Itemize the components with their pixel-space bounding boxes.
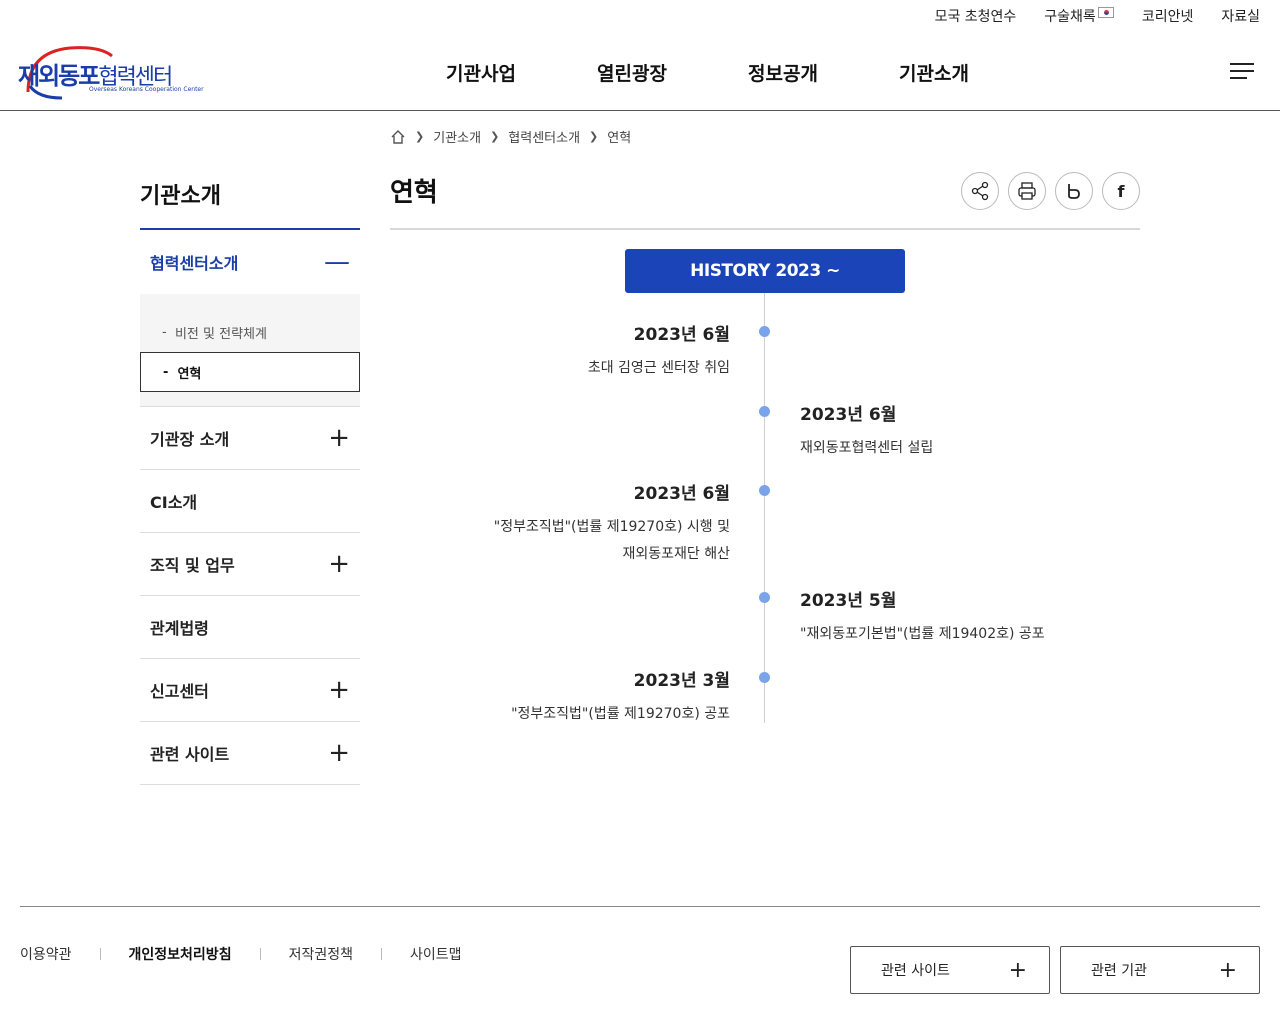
gnb-item-disclosure[interactable]: 정보공개 <box>748 59 899 86</box>
site-header: 재외동포협력센터 Overseas Koreans Cooperation Ce… <box>0 30 1280 111</box>
timeline-event: 2023년 6월 "정부조직법"(법률 제19270호) 시행 및재외동포재단 해… <box>430 479 730 568</box>
lnb-submenu: - 비전 및 전략체계 - 연혁 <box>140 294 360 407</box>
timeline-date: 2023년 6월 <box>633 484 730 504</box>
timeline-description: "재외동포기본법"(법률 제19402호) 공포 <box>800 626 1045 642</box>
timeline-event: 2023년 6월재외동포협력센터 설립 <box>800 400 1120 462</box>
chevron-right-icon: ❯ <box>490 130 500 143</box>
lnb-item-label: 관계법령 <box>150 619 209 638</box>
related-site-label: 관련 사이트 <box>881 963 950 979</box>
timeline-date: 2023년 6월 <box>633 325 730 345</box>
timeline-line <box>764 293 765 723</box>
plus-icon: + <box>1218 957 1237 983</box>
util-link-archive[interactable]: 자료실 <box>1221 6 1260 26</box>
lnb-item-head[interactable]: 기관장 소개 + <box>140 407 360 470</box>
lnb-title: 기관소개 <box>140 184 221 209</box>
print-icon[interactable] <box>1008 172 1046 210</box>
plus-icon: + <box>328 549 350 579</box>
side-nav: 협력센터소개 — - 비전 및 전략체계 - 연혁 기관장 소개 + CI소개 … <box>140 228 360 785</box>
lnb-item-laws[interactable]: 관계법령 <box>140 596 360 659</box>
utility-links: 모국 초청연수 구술채록 코리안넷 자료실 <box>935 6 1260 26</box>
main-nav: 기관사업 열린광장 정보공개 기관소개 <box>446 59 1050 86</box>
lnb-item-organization[interactable]: 조직 및 업무 + <box>140 533 360 596</box>
util-link-oral-history-label: 구술채록 <box>1044 9 1096 25</box>
breadcrumb: ❯ 기관소개 ❯ 협력센터소개 ❯ 연혁 <box>390 127 631 146</box>
lnb-sub-item-label: 연혁 <box>177 366 202 382</box>
lnb-item-ci[interactable]: CI소개 <box>140 470 360 533</box>
timeline-description: 초대 김영근 센터장 취임 <box>587 360 730 376</box>
related-org-select[interactable]: 관련 기관 + <box>1060 946 1260 994</box>
plus-icon: + <box>328 738 350 768</box>
lnb-item-label: 조직 및 업무 <box>150 556 235 575</box>
timeline-dot <box>759 485 770 496</box>
footer-divider <box>20 906 1260 907</box>
timeline-event: 2023년 5월 "재외동포기본법"(법률 제19402호) 공포 <box>800 586 1120 648</box>
menu-icon[interactable] <box>1230 63 1254 81</box>
related-org-label: 관련 기관 <box>1091 963 1147 979</box>
title-divider <box>390 228 1140 230</box>
timeline-description: "정부조직법"(법률 제19270호) 공포 <box>511 706 730 722</box>
lnb-item-center-intro[interactable]: 협력센터소개 — <box>140 230 360 294</box>
related-site-select[interactable]: 관련 사이트 + <box>850 946 1050 994</box>
footer-link-copyright[interactable]: 저작권정책 <box>289 944 353 964</box>
timeline-event: 2023년 6월초대 김영근 센터장 취임 <box>430 320 730 382</box>
chevron-right-icon: ❯ <box>415 130 425 143</box>
share-icon[interactable] <box>961 172 999 210</box>
site-logo[interactable]: 재외동포협력센터 Overseas Koreans Cooperation Ce… <box>18 42 204 102</box>
timeline-dot <box>759 592 770 603</box>
lnb-item-label: 협력센터소개 <box>150 254 239 273</box>
lnb-sub-item-history[interactable]: - 연혁 <box>140 352 360 392</box>
timeline-description: 재외동포재단 해산 <box>622 546 731 562</box>
lnb-sub-item-vision[interactable]: - 비전 및 전략체계 <box>140 312 360 352</box>
timeline-date: 2023년 3월 <box>633 671 730 691</box>
timeline-dot <box>759 406 770 417</box>
util-link-oral-history[interactable]: 구술채록 <box>1044 6 1114 26</box>
minus-icon: — <box>324 247 350 277</box>
plus-icon: + <box>1008 957 1027 983</box>
logo-text-en: Overseas Koreans Cooperation Center <box>89 86 204 93</box>
footer-link-divider <box>380 948 382 960</box>
chevron-right-icon: ❯ <box>589 130 599 143</box>
breadcrumb-item-center[interactable]: 협력센터소개 <box>508 127 580 146</box>
lnb-item-label: 기관장 소개 <box>150 430 230 449</box>
lnb-item-label: 관련 사이트 <box>150 745 230 764</box>
plus-icon: + <box>328 423 350 453</box>
facebook-icon[interactable]: f <box>1102 172 1140 210</box>
page-title: 연혁 <box>390 178 438 208</box>
lnb-item-label: 신고센터 <box>150 682 209 701</box>
flag-icon <box>1097 6 1114 18</box>
home-icon[interactable] <box>390 129 406 145</box>
lnb-sub-item-label: 비전 및 전략체계 <box>174 326 267 342</box>
plus-icon: + <box>328 675 350 705</box>
breadcrumb-item-history: 연혁 <box>607 131 632 146</box>
gnb-item-business[interactable]: 기관사업 <box>446 59 597 86</box>
footer-links: 이용약관 개인정보처리방침 저작권정책 사이트맵 <box>20 944 462 964</box>
gnb-item-open-square[interactable]: 열린광장 <box>597 59 748 86</box>
breadcrumb-item-about[interactable]: 기관소개 <box>433 127 481 146</box>
blog-icon[interactable] <box>1055 172 1093 210</box>
timeline-dot <box>759 326 770 337</box>
history-badge: HISTORY 2023 ~ <box>625 249 905 293</box>
footer-link-sitemap[interactable]: 사이트맵 <box>410 944 462 964</box>
timeline-event: 2023년 3월 "정부조직법"(법률 제19270호) 공포 <box>430 666 730 728</box>
timeline-date: 2023년 5월 <box>800 591 897 611</box>
lnb-item-label: CI소개 <box>150 493 198 512</box>
util-link-training[interactable]: 모국 초청연수 <box>935 6 1017 26</box>
footer-link-divider <box>259 948 261 960</box>
gnb-item-about[interactable]: 기관소개 <box>899 59 1050 86</box>
footer-link-privacy[interactable]: 개인정보처리방침 <box>129 944 232 964</box>
logo-text-main: 재외동포 <box>18 62 100 90</box>
share-toolbar: f <box>961 172 1140 210</box>
timeline-description: "정부조직법"(법률 제19270호) 시행 및 <box>493 519 730 535</box>
timeline-date: 2023년 6월 <box>800 405 897 425</box>
lnb-item-report[interactable]: 신고센터 + <box>140 659 360 722</box>
timeline-dot <box>759 672 770 683</box>
util-link-koreannet[interactable]: 코리안넷 <box>1142 6 1194 26</box>
lnb-item-related-sites[interactable]: 관련 사이트 + <box>140 722 360 785</box>
footer-link-terms[interactable]: 이용약관 <box>20 944 72 964</box>
timeline-description: 재외동포협력센터 설립 <box>800 440 934 456</box>
footer-link-divider <box>99 948 101 960</box>
